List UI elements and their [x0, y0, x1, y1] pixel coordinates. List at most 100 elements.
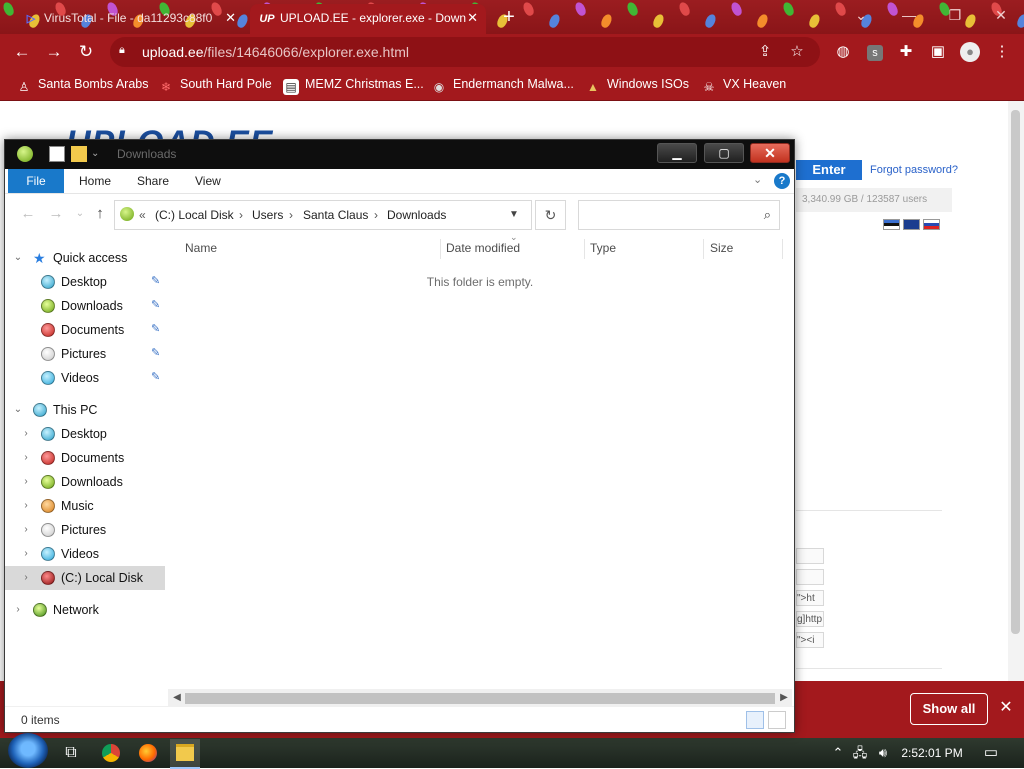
- nav-qa-pictures[interactable]: Pictures ✎: [5, 342, 165, 366]
- column-divider[interactable]: [584, 239, 585, 259]
- expand-chevron-icon[interactable]: ›: [20, 518, 32, 542]
- page-field[interactable]: [796, 548, 824, 564]
- close-tab-icon[interactable]: ✕: [225, 4, 236, 32]
- page-scrollbar-thumb[interactable]: [1011, 110, 1020, 634]
- bookmark-vx-heaven[interactable]: ☠ VX Heaven: [701, 70, 787, 98]
- close-window-button[interactable]: ✕: [978, 0, 1024, 30]
- expand-chevron-icon[interactable]: ›: [12, 598, 24, 622]
- back-button[interactable]: ←: [10, 40, 34, 64]
- tab-share[interactable]: Share: [123, 169, 183, 193]
- expand-ribbon-chevron-icon[interactable]: ⌄: [753, 173, 762, 186]
- breadcrumb-separator[interactable]: ›: [289, 201, 293, 229]
- nav-pc-documents[interactable]: › Documents: [5, 446, 165, 470]
- address-breadcrumb[interactable]: « (C:) Local Disk › Users › Santa Claus …: [114, 200, 532, 230]
- enter-button[interactable]: Enter: [796, 160, 862, 180]
- customize-toolbar-chevron-icon[interactable]: ⌄: [91, 146, 107, 162]
- address-history-chevron-icon[interactable]: ▼: [509, 201, 519, 229]
- bookmark-santa-bombs-arabs[interactable]: ♙ Santa Bombs Arabs: [16, 70, 149, 98]
- task-view-icon[interactable]: ⧉: [56, 739, 86, 767]
- expand-chevron-icon[interactable]: ›: [20, 446, 32, 470]
- breadcrumb-downloads[interactable]: Downloads: [387, 201, 446, 229]
- column-type[interactable]: Type: [590, 235, 616, 261]
- help-icon[interactable]: ?: [774, 173, 790, 189]
- chrome-icon[interactable]: [96, 739, 126, 767]
- tab-home[interactable]: Home: [65, 169, 125, 193]
- file-list[interactable]: ⌄ Name Date modified Type Size This fold…: [165, 232, 785, 690]
- nav-pc-music[interactable]: › Music: [5, 494, 165, 518]
- expand-chevron-icon[interactable]: ›: [20, 566, 32, 590]
- recent-locations-chevron-icon[interactable]: ⌄: [71, 205, 89, 223]
- address-bar[interactable]: 🔒︎ upload.ee/files/14646066/explorer.exe…: [110, 37, 820, 67]
- nav-qa-downloads[interactable]: Downloads ✎: [5, 294, 165, 318]
- bookmark-endermanch[interactable]: ◉ Endermanch Malwa...: [431, 70, 574, 98]
- side-panel-icon[interactable]: ▣: [928, 42, 948, 62]
- nav-this-pc[interactable]: ⌄ This PC: [5, 398, 165, 422]
- expand-chevron-icon[interactable]: ›: [20, 542, 32, 566]
- nav-network[interactable]: › Network: [5, 598, 165, 622]
- nav-qa-desktop[interactable]: Desktop ✎: [5, 270, 165, 294]
- column-divider[interactable]: [440, 239, 441, 259]
- extension-badge-icon[interactable]: s: [865, 42, 885, 62]
- bookmark-south-hard-pole[interactable]: ❄ South Hard Pole: [158, 70, 272, 98]
- large-icons-view-icon[interactable]: [768, 711, 786, 729]
- close-downloads-bar-icon[interactable]: ✕: [996, 696, 1016, 720]
- english-flag-icon[interactable]: [903, 219, 920, 230]
- bookmark-memz-christmas[interactable]: ▤ MEMZ Christmas E...: [283, 70, 424, 98]
- firefox-icon[interactable]: [133, 739, 163, 767]
- breadcrumb-local-disk[interactable]: (C:) Local Disk: [155, 201, 234, 229]
- page-field[interactable]: g]http: [796, 611, 824, 627]
- bookmark-star-icon[interactable]: ☆: [787, 42, 807, 62]
- tab-upload-ee[interactable]: UP UPLOAD.EE - explorer.exe - Down ✕: [250, 4, 486, 34]
- profile-avatar-icon[interactable]: ●: [960, 42, 980, 62]
- tab-virustotal[interactable]: ▷ VirusTotal - File - da11293c88f0 ✕: [14, 4, 244, 34]
- bookmark-windows-isos[interactable]: ▲ Windows ISOs: [585, 70, 689, 98]
- restore-button[interactable]: ❐: [932, 0, 978, 30]
- column-divider[interactable]: [782, 239, 783, 259]
- nav-pc-local-disk[interactable]: › (C:) Local Disk: [5, 566, 165, 590]
- taskbar-clock[interactable]: 2:52:01 PM: [896, 738, 968, 768]
- extensions-puzzle-icon[interactable]: ✚: [896, 42, 916, 62]
- page-field[interactable]: ">ht: [796, 590, 824, 606]
- refresh-button[interactable]: ↻: [535, 200, 566, 230]
- forgot-password-link[interactable]: Forgot password?: [870, 164, 958, 176]
- estonian-flag-icon[interactable]: [883, 219, 900, 230]
- nav-pc-downloads[interactable]: › Downloads: [5, 470, 165, 494]
- page-field[interactable]: "><i: [796, 632, 824, 648]
- breadcrumb-santa-claus[interactable]: Santa Claus: [303, 201, 368, 229]
- collapse-chevron-icon[interactable]: ⌄: [12, 246, 24, 270]
- expand-chevron-icon[interactable]: ›: [20, 422, 32, 446]
- nav-qa-videos[interactable]: Videos ✎: [5, 366, 165, 390]
- nav-pc-videos[interactable]: › Videos: [5, 542, 165, 566]
- breadcrumb-users[interactable]: Users: [252, 201, 283, 229]
- reload-button[interactable]: ↻: [74, 40, 98, 64]
- nav-qa-documents[interactable]: Documents ✎: [5, 318, 165, 342]
- volume-icon[interactable]: 🔊︎: [868, 739, 898, 767]
- column-size[interactable]: Size: [710, 235, 733, 261]
- tab-file[interactable]: File: [8, 169, 64, 193]
- nav-pc-pictures[interactable]: › Pictures: [5, 518, 165, 542]
- collapse-chevron-icon[interactable]: ⌄: [12, 398, 24, 422]
- minimize-button[interactable]: ▁: [657, 143, 697, 163]
- tab-search-chevron-icon[interactable]: ⌄: [838, 0, 884, 30]
- russian-flag-icon[interactable]: [923, 219, 940, 230]
- search-input[interactable]: ⌕: [578, 200, 780, 230]
- action-center-icon[interactable]: ▭: [976, 739, 1006, 767]
- maximize-button[interactable]: ▢: [704, 143, 744, 163]
- nav-pc-desktop[interactable]: › Desktop: [5, 422, 165, 446]
- new-tab-button[interactable]: +: [497, 4, 521, 30]
- column-name[interactable]: Name: [185, 235, 217, 261]
- show-all-button[interactable]: Show all: [910, 693, 988, 725]
- up-arrow-icon[interactable]: ↑: [91, 205, 109, 223]
- minimize-button[interactable]: —: [886, 0, 932, 30]
- horizontal-scrollbar-thumb[interactable]: [185, 693, 775, 704]
- new-folder-icon[interactable]: [71, 146, 87, 162]
- extension-flag-icon[interactable]: ◍: [833, 42, 853, 62]
- file-explorer-taskbar-icon[interactable]: [170, 739, 200, 769]
- close-button[interactable]: ✕: [750, 143, 790, 163]
- column-divider[interactable]: [703, 239, 704, 259]
- expand-chevron-icon[interactable]: ›: [20, 494, 32, 518]
- details-view-icon[interactable]: [746, 711, 764, 729]
- scroll-right-icon[interactable]: ▶: [777, 689, 791, 706]
- share-icon[interactable]: ⇪: [755, 42, 775, 62]
- start-button[interactable]: [8, 733, 48, 768]
